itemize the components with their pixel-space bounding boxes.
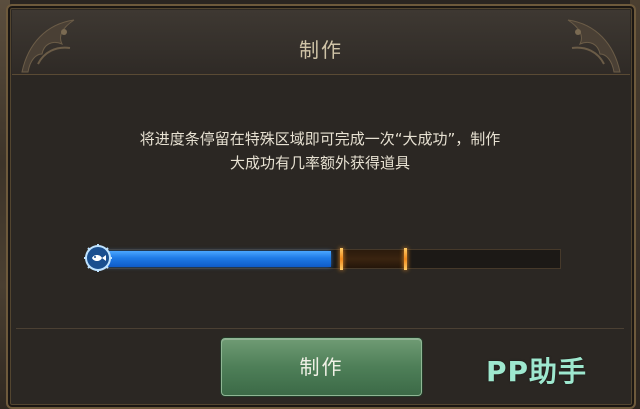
instruction-line-2: 大成功有几率额外获得道具 (229, 154, 410, 172)
dialog-divider (16, 328, 624, 329)
special-zone (341, 250, 406, 268)
make-button[interactable]: 制作 (221, 338, 422, 396)
dragon-ornament-icon (567, 19, 621, 73)
special-zone-start-marker (340, 248, 343, 270)
dialog-title: 制作 (299, 38, 343, 62)
progress-fill (93, 251, 331, 267)
instruction-line-1: 将进度条停留在特殊区域即可完成一次“大成功”，制作 (139, 130, 501, 148)
crafting-instructions: 将进度条停留在特殊区域即可完成一次“大成功”，制作 大成功有几率额外获得道具 (60, 127, 580, 175)
special-zone-end-marker (404, 248, 407, 270)
fish-emblem-icon[interactable] (84, 244, 112, 272)
progress-track[interactable] (92, 248, 561, 270)
pp-assistant-watermark: PP助手 (486, 355, 588, 388)
dialog-title-bar: 制作 (12, 10, 630, 75)
